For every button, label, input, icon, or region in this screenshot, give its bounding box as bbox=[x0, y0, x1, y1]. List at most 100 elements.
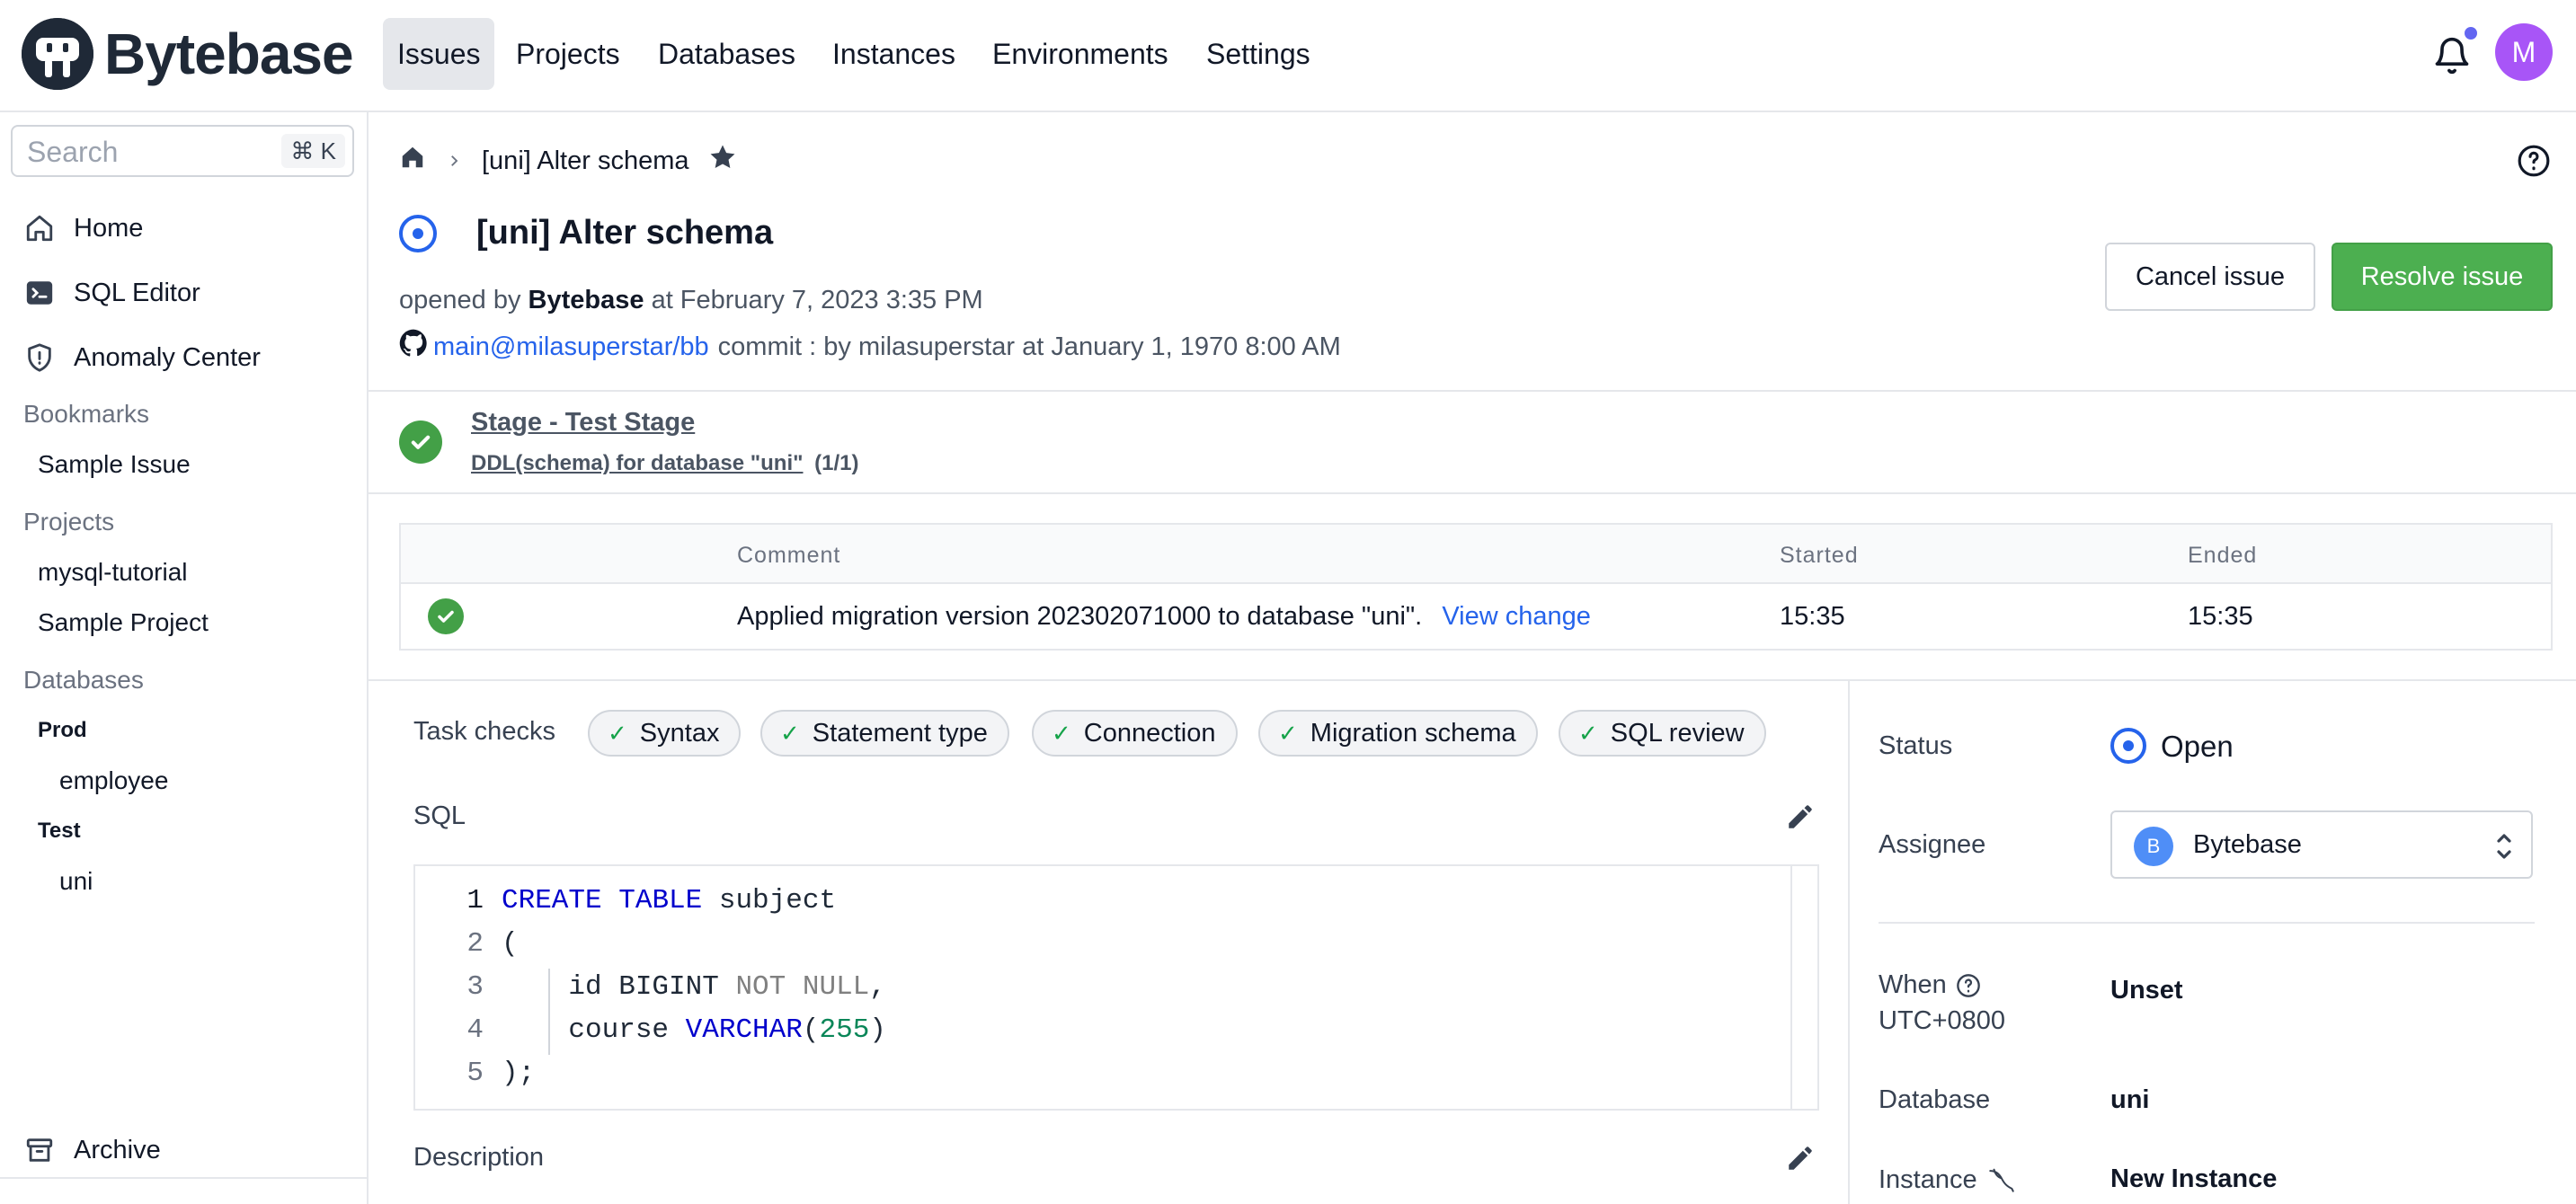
check-chip-statement-type[interactable]: ✓ Statement type bbox=[760, 710, 1009, 757]
check-icon: ✓ bbox=[1278, 719, 1298, 747]
help-icon[interactable] bbox=[2517, 144, 2551, 182]
nav-projects[interactable]: Projects bbox=[502, 18, 635, 90]
top-navbar: Bytebase Issues Projects Databases Insta… bbox=[0, 0, 2576, 112]
assignee-name: Bytebase bbox=[2193, 830, 2302, 859]
code-text: CREATE TABLE subject bbox=[502, 884, 837, 916]
code-text: course VARCHAR(255) bbox=[502, 1014, 886, 1046]
stage-title[interactable]: Stage - Test Stage bbox=[471, 408, 695, 438]
project-item[interactable]: Sample Project bbox=[38, 608, 209, 637]
stage-task: DDL(schema) for database "uni" (1/1) bbox=[471, 451, 859, 476]
divider bbox=[369, 390, 2576, 392]
check-icon: ✓ bbox=[1578, 719, 1598, 747]
run-started: 15:35 bbox=[1780, 602, 1845, 631]
project-item[interactable]: mysql-tutorial bbox=[38, 558, 187, 587]
panel-divider bbox=[1848, 681, 1850, 1204]
check-chip-connection[interactable]: ✓ Connection bbox=[1032, 710, 1238, 757]
sidebar-item-sql-editor[interactable]: SQL Editor bbox=[23, 270, 200, 315]
code-line: 1 CREATE TABLE subject bbox=[415, 879, 836, 922]
check-chip-sql-review[interactable]: ✓ SQL review bbox=[1559, 710, 1766, 757]
instance-value[interactable]: New Instance bbox=[2110, 1164, 2277, 1194]
code-text: id BIGINT NOT NULL, bbox=[502, 970, 886, 1003]
check-chip-syntax[interactable]: ✓ Syntax bbox=[588, 710, 742, 757]
sidebar-item-archive[interactable]: Archive bbox=[23, 1128, 161, 1173]
nav-instances[interactable]: Instances bbox=[818, 18, 970, 90]
terminal-icon bbox=[23, 277, 56, 309]
search-input[interactable]: Search ⌘ K bbox=[11, 125, 354, 177]
cancel-issue-button[interactable]: Cancel issue bbox=[2105, 243, 2315, 311]
line-number: 3 bbox=[466, 970, 484, 1003]
issue-title-row: [uni] Alter schema bbox=[399, 214, 773, 252]
edit-description-pencil-icon[interactable] bbox=[1785, 1143, 1817, 1175]
environment-group[interactable]: Prod bbox=[38, 718, 87, 743]
column-header-ended: Ended bbox=[2188, 543, 2258, 568]
chip-label: SQL review bbox=[1610, 718, 1745, 748]
bookmark-item[interactable]: Sample Issue bbox=[38, 450, 191, 479]
divider bbox=[369, 492, 2576, 494]
task-run-table: Comment Started Ended Applied migration … bbox=[399, 523, 2553, 651]
sidebar: Search ⌘ K Home SQL Editor Anomaly Cente… bbox=[0, 112, 369, 1204]
sidebar-item-label: Home bbox=[74, 213, 144, 243]
instance-label: Instance bbox=[1879, 1164, 1977, 1194]
database-item[interactable]: employee bbox=[59, 766, 168, 795]
bookmarks-heading: Bookmarks bbox=[23, 400, 150, 428]
home-icon[interactable] bbox=[399, 144, 426, 178]
edit-sql-pencil-icon[interactable] bbox=[1785, 801, 1817, 834]
nav-issues[interactable]: Issues bbox=[383, 18, 495, 90]
code-line: 5); bbox=[415, 1051, 535, 1094]
sidebar-item-anomaly-center[interactable]: Anomaly Center bbox=[23, 335, 261, 380]
check-icon: ✓ bbox=[1052, 719, 1071, 747]
check-chip-migration-schema[interactable]: ✓ Migration schema bbox=[1258, 710, 1538, 757]
when-value[interactable]: Unset bbox=[2110, 976, 2183, 1005]
databases-heading: Databases bbox=[23, 666, 144, 694]
user-avatar[interactable]: M bbox=[2495, 23, 2553, 81]
chip-label: Connection bbox=[1083, 718, 1216, 748]
issue-title[interactable]: [uni] Alter schema bbox=[476, 214, 773, 252]
status-open-icon bbox=[2110, 728, 2146, 764]
sidebar-item-label: Anomaly Center bbox=[74, 342, 261, 372]
database-value[interactable]: uni bbox=[2110, 1085, 2150, 1115]
check-icon: ✓ bbox=[608, 719, 627, 747]
resolve-issue-button[interactable]: Resolve issue bbox=[2332, 243, 2553, 311]
line-number: 2 bbox=[466, 927, 484, 960]
task-link[interactable]: DDL(schema) for database "uni" bbox=[471, 451, 804, 475]
vcs-commit-info: main@milasuperstar/bb commit : by milasu… bbox=[399, 329, 1341, 365]
projects-heading: Projects bbox=[23, 508, 115, 536]
instance-label-group: Instance bbox=[1879, 1164, 2017, 1195]
check-icon: ✓ bbox=[780, 719, 800, 747]
nav-databases[interactable]: Databases bbox=[644, 18, 810, 90]
database-item[interactable]: uni bbox=[59, 867, 93, 896]
star-icon[interactable] bbox=[707, 142, 738, 180]
line-number: 1 bbox=[466, 884, 484, 916]
commit-detail: commit : by milasuperstar at January 1, … bbox=[717, 332, 1341, 361]
app-name: Bytebase bbox=[104, 22, 354, 86]
column-header-started: Started bbox=[1780, 543, 1859, 568]
assignee-select[interactable]: B Bytebase bbox=[2110, 810, 2533, 879]
database-label: Database bbox=[1879, 1085, 1991, 1114]
run-comment: Applied migration version 202302071000 t… bbox=[737, 602, 1423, 631]
environment-group[interactable]: Test bbox=[38, 819, 81, 844]
vcs-branch-link[interactable]: main@milasuperstar/bb bbox=[433, 332, 709, 362]
sql-label: SQL bbox=[413, 801, 466, 830]
github-icon bbox=[399, 329, 428, 365]
bytebase-logo[interactable]: Bytebase bbox=[22, 18, 354, 90]
search-placeholder: Search bbox=[27, 136, 119, 168]
question-icon[interactable] bbox=[1956, 973, 1981, 998]
table-row: Applied migration version 202302071000 t… bbox=[737, 602, 1591, 632]
divider bbox=[1879, 922, 2535, 924]
status-label: Status bbox=[1879, 731, 1953, 760]
notification-dot bbox=[2463, 25, 2479, 41]
description-label: Description bbox=[413, 1143, 545, 1172]
nav-environments[interactable]: Environments bbox=[978, 18, 1183, 90]
bell-icon[interactable] bbox=[2432, 36, 2472, 75]
nav-settings[interactable]: Settings bbox=[1192, 18, 1325, 90]
task-count: (1/1) bbox=[814, 451, 859, 475]
status-value: Open bbox=[2161, 730, 2234, 763]
assignee-label: Assignee bbox=[1879, 830, 1986, 859]
view-change-link[interactable]: View change bbox=[1442, 602, 1591, 631]
opened-prefix: opened by bbox=[399, 286, 521, 314]
sidebar-item-home[interactable]: Home bbox=[23, 206, 143, 251]
select-caret-icon bbox=[2495, 830, 2513, 863]
task-checks-label: Task checks bbox=[413, 717, 555, 746]
sql-editor[interactable]: 1 CREATE TABLE subject 2(3 id BIGINT NOT N… bbox=[413, 864, 1819, 1111]
editor-scrollbar[interactable] bbox=[1790, 866, 1792, 1109]
